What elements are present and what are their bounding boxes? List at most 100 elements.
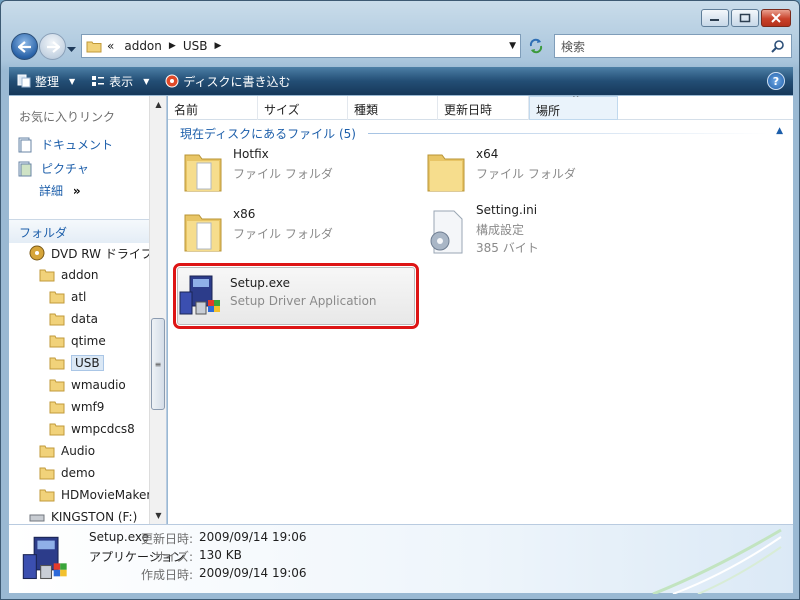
breadcrumb-separator-icon[interactable]: ▶ xyxy=(169,41,176,51)
address-overflow[interactable]: « xyxy=(107,39,114,53)
column-size[interactable]: サイズ xyxy=(258,96,348,120)
tree-item-atl[interactable]: atl xyxy=(49,288,86,306)
file-list-pane: 名前 サイズ 種類 更新日時 場所 ^ 現在ディスクにあるファイル (5) ▲ … xyxy=(168,96,793,524)
more-links[interactable]: 詳細 » xyxy=(39,182,81,199)
details-created-value: 2009/09/14 19:06 xyxy=(199,566,307,580)
burn-label: ディスクに書き込む xyxy=(183,74,291,89)
organize-button[interactable]: 整理 ▼ xyxy=(17,73,75,90)
address-bar[interactable]: « addon ▶ USB ▶ ▼ xyxy=(81,34,521,58)
views-button[interactable]: 表示 ▼ xyxy=(91,73,149,90)
tree-item-addon[interactable]: addon xyxy=(39,266,99,284)
folder-icon xyxy=(39,467,55,480)
details-created: 作成日時: 2009/09/14 19:06 xyxy=(117,566,307,583)
back-arrow-icon xyxy=(17,40,31,53)
tree-item-audio[interactable]: Audio xyxy=(39,442,95,460)
file-size: 385 バイト xyxy=(476,241,539,255)
address-dropdown-icon[interactable]: ▼ xyxy=(509,41,516,51)
breadcrumb-separator-icon[interactable]: ▶ xyxy=(214,41,221,51)
tree-item-wmpcdcs8[interactable]: wmpcdcs8 xyxy=(49,420,135,438)
search-icon[interactable] xyxy=(771,39,785,53)
tree-item-wmaudio[interactable]: wmaudio xyxy=(49,376,126,394)
forward-arrow-icon xyxy=(46,40,60,53)
favorite-links-title: お気に入りリンク xyxy=(19,110,116,124)
search-placeholder: 検索 xyxy=(561,39,586,54)
tree-item-label: HDMovieMaker xyxy=(61,488,149,502)
decorative-swoosh xyxy=(652,528,782,594)
file-item-x86[interactable]: x86 ファイル フォルダ xyxy=(171,201,411,261)
minimize-button[interactable] xyxy=(701,9,729,27)
tree-item-kingston[interactable]: KINGSTON (F:) xyxy=(29,508,137,524)
organize-label: 整理 xyxy=(35,74,60,89)
details-created-label: 作成日時: xyxy=(140,568,193,582)
group-header[interactable]: 現在ディスクにあるファイル (5) xyxy=(180,125,356,142)
folder-icon xyxy=(39,445,55,458)
views-dropdown-icon: ▼ xyxy=(143,76,150,86)
scroll-up-icon[interactable]: ▲ xyxy=(150,96,166,113)
folder-icon xyxy=(49,379,65,392)
breadcrumb-addon[interactable]: addon xyxy=(124,39,162,53)
tree-item-dvd[interactable]: DVD RW ドライブ xyxy=(29,244,149,262)
tree-scrollbar[interactable]: ▲ ≡ ▼ xyxy=(149,96,166,524)
group-collapse-icon[interactable]: ▲ xyxy=(776,126,783,136)
column-location-label: 場所 xyxy=(536,104,561,118)
double-chevron-icon: » xyxy=(72,184,81,198)
folder-icon xyxy=(86,41,102,53)
folders-header[interactable]: フォルダ ▼ xyxy=(9,219,166,243)
tree-item-label: data xyxy=(71,312,99,326)
details-modified: 更新日時: 2009/09/14 19:06 xyxy=(117,530,307,547)
search-input[interactable]: 検索 xyxy=(554,34,792,58)
column-modified[interactable]: 更新日時 xyxy=(438,96,529,120)
folder-icon xyxy=(49,423,65,436)
details-modified-label: 更新日時: xyxy=(140,532,193,546)
close-icon xyxy=(771,13,781,23)
favorite-link-documents[interactable]: ドキュメント xyxy=(17,136,113,153)
organize-icon xyxy=(17,74,31,88)
help-button[interactable]: ? xyxy=(767,72,785,90)
details-pane: Setup.exe アプリケーション 更新日時: 2009/09/14 19:0… xyxy=(9,524,793,594)
column-type[interactable]: 種類 xyxy=(348,96,438,120)
file-name: Hotfix xyxy=(233,147,269,161)
documents-icon xyxy=(18,137,32,152)
tree-item-qtime[interactable]: qtime xyxy=(49,332,106,350)
file-item-hotfix[interactable]: Hotfix ファイル フォルダ xyxy=(171,141,411,201)
details-size-value: 130 KB xyxy=(199,548,242,562)
file-desc: ファイル フォルダ xyxy=(233,167,333,181)
folder-tree: DVD RW ドライブ addon atl data qtime USB wma… xyxy=(9,244,149,524)
maximize-button[interactable] xyxy=(731,9,759,27)
tree-item-data[interactable]: data xyxy=(49,310,98,328)
forward-button[interactable] xyxy=(39,33,66,60)
folders-title: フォルダ xyxy=(19,226,68,240)
tree-item-demo[interactable]: demo xyxy=(39,464,95,482)
file-name: x86 xyxy=(233,207,256,221)
column-location[interactable]: 場所 ^ xyxy=(529,96,618,120)
tree-item-usb[interactable]: USB xyxy=(49,354,104,372)
tree-item-label: addon xyxy=(61,268,99,282)
file-desc: ファイル フォルダ xyxy=(476,167,576,181)
tree-item-wmf9[interactable]: wmf9 xyxy=(49,398,104,416)
caption-buttons xyxy=(701,9,791,27)
refresh-button[interactable] xyxy=(525,35,547,57)
column-headers: 名前 サイズ 種類 更新日時 場所 ^ xyxy=(168,96,793,120)
chevron-down-icon xyxy=(67,47,76,52)
scroll-down-icon[interactable]: ▼ xyxy=(150,507,166,524)
file-item-x64[interactable]: x64 ファイル フォルダ xyxy=(414,141,654,201)
burn-button[interactable]: ディスクに書き込む xyxy=(165,73,291,90)
folder-icon xyxy=(427,154,465,192)
tree-item-label: KINGSTON (F:) xyxy=(51,510,138,524)
folder-icon xyxy=(49,313,65,326)
tree-item-hdmoviemaker[interactable]: HDMovieMaker xyxy=(39,486,149,504)
tree-item-label: wmaudio xyxy=(71,378,126,392)
scrollbar-thumb[interactable]: ≡ xyxy=(151,318,165,410)
breadcrumb-usb[interactable]: USB xyxy=(183,39,208,53)
minimize-icon xyxy=(710,19,719,21)
setup-exe-icon xyxy=(22,536,67,580)
favorite-link-pictures[interactable]: ピクチャ xyxy=(17,160,89,177)
file-item-setting-ini[interactable]: Setting.ini 構成設定 385 バイト xyxy=(414,201,654,265)
column-name[interactable]: 名前 xyxy=(168,96,258,120)
folder-icon xyxy=(49,401,65,414)
back-button[interactable] xyxy=(11,33,38,60)
tree-item-label: wmf9 xyxy=(71,400,105,414)
tree-item-label: qtime xyxy=(71,334,106,348)
close-button[interactable] xyxy=(761,9,791,27)
recent-pages-dropdown[interactable] xyxy=(67,42,76,56)
